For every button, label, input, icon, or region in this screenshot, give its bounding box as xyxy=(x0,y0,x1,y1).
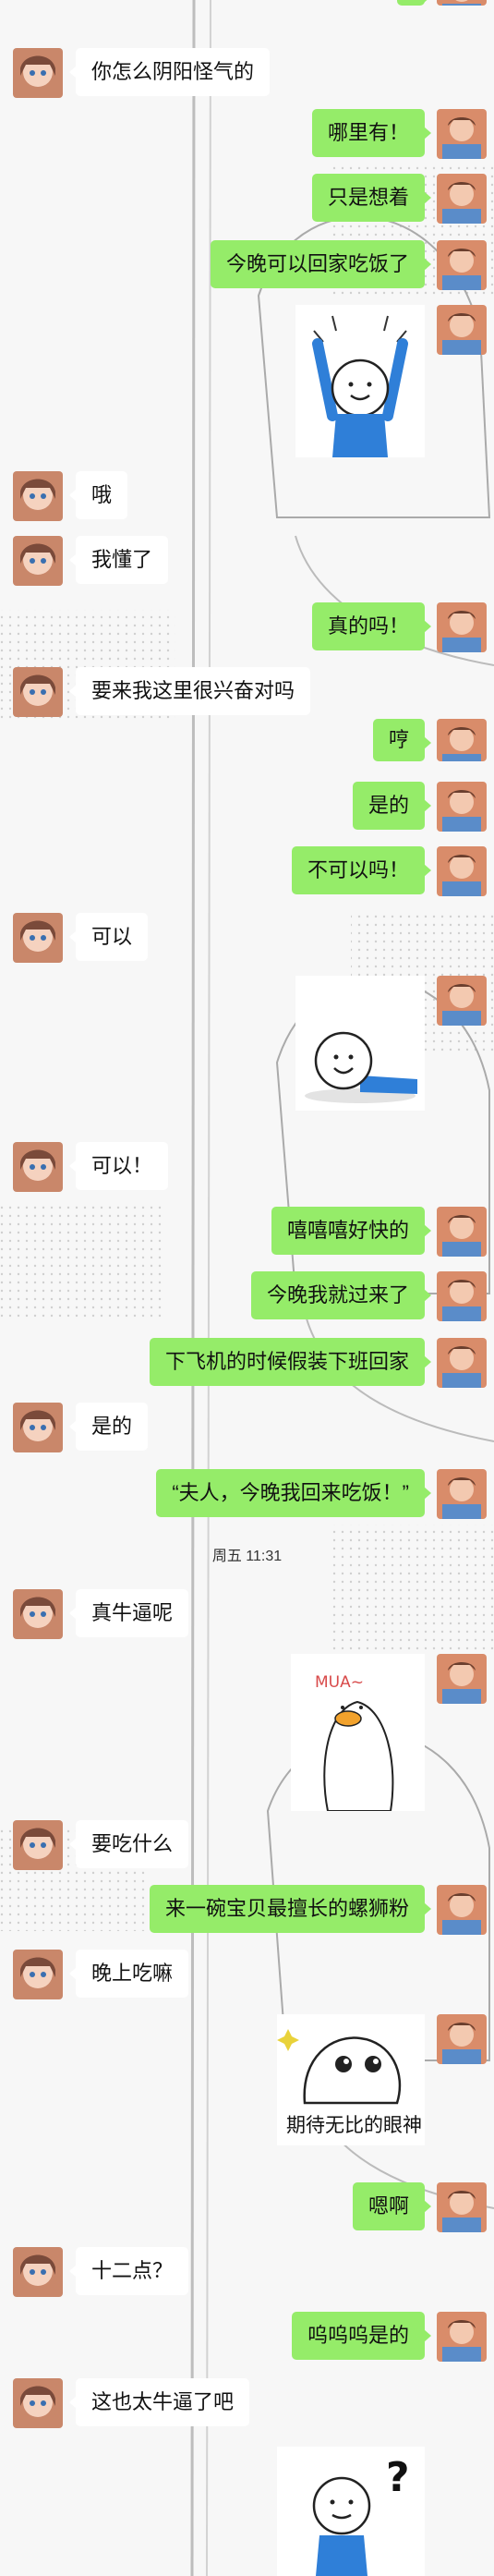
lying-figure-icon xyxy=(305,1031,417,1103)
avatar-other[interactable] xyxy=(13,2378,63,2428)
avatar-self[interactable] xyxy=(437,1207,487,1257)
avatar-self[interactable] xyxy=(437,1271,487,1321)
message-bubble-outgoing[interactable]: 下飞机的时候假装下班回家 xyxy=(149,1338,432,1386)
avatar-self[interactable] xyxy=(437,976,487,1026)
message-bubble-outgoing[interactable]: 只是想着 xyxy=(311,174,432,222)
sticker-caption: 期待无比的眼神 xyxy=(286,2115,422,2136)
avatar-other[interactable] xyxy=(13,1403,63,1452)
avatar-self[interactable] xyxy=(437,602,487,652)
sticker-cheering[interactable] xyxy=(295,305,425,457)
avatar-other[interactable] xyxy=(13,471,63,521)
avatar-self[interactable] xyxy=(437,174,487,224)
message-bubble-incoming[interactable]: 是的 xyxy=(68,1403,149,1451)
message-bubble-outgoing[interactable]: 不可以吗！ xyxy=(291,846,432,894)
avatar-self[interactable] xyxy=(437,0,487,6)
message-bubble-outgoing[interactable]: 来一碗宝贝最擅长的螺狮粉 xyxy=(149,1885,432,1933)
question-mark-icon: ? xyxy=(386,2454,410,2501)
avatar-self[interactable] xyxy=(437,1654,487,1704)
sticker-question[interactable]: ? xyxy=(277,2447,425,2576)
message-bubble-incoming[interactable]: 你怎么阴阳怪气的 xyxy=(68,48,271,96)
avatar-other[interactable] xyxy=(13,1820,63,1870)
message-bubble-outgoing[interactable]: “夫人，今晚我回来吃饭！” xyxy=(156,1469,431,1517)
avatar-other[interactable] xyxy=(13,1142,63,1192)
message-bubble-incoming[interactable]: 哦 xyxy=(68,471,128,519)
message-bubble-incoming[interactable]: 真牛逼呢 xyxy=(68,1589,189,1637)
avatar-self[interactable] xyxy=(437,1885,487,1935)
message-bubble-incoming[interactable]: 可以 xyxy=(68,913,149,961)
avatar-other[interactable] xyxy=(13,48,63,98)
message-bubble-incoming[interactable]: 这也太牛逼了吧 xyxy=(68,2378,250,2426)
duck-icon: MUA~ xyxy=(315,1673,394,1811)
avatar-other[interactable] xyxy=(13,2247,63,2297)
avatar-self[interactable] xyxy=(437,305,487,355)
message-bubble-incoming[interactable]: 要吃什么 xyxy=(68,1820,189,1868)
avatar-other[interactable] xyxy=(13,1950,63,1999)
avatar-self[interactable] xyxy=(437,846,487,896)
message-bubble-incoming[interactable]: 要来我这里很兴奋对吗 xyxy=(68,667,311,715)
question-figure-icon: ? xyxy=(312,2454,410,2576)
message-bubble-outgoing[interactable]: 今晚我就过来了 xyxy=(250,1271,432,1319)
avatar-self[interactable] xyxy=(437,240,487,290)
message-bubble-outgoing[interactable]: 呜呜呜是的 xyxy=(291,2312,432,2360)
message-bubble-incoming[interactable]: 可以！ xyxy=(68,1142,169,1190)
message-bubble-incoming[interactable]: 我懂了 xyxy=(68,536,169,584)
message-bubble-partial[interactable] xyxy=(397,0,431,6)
avatar-other[interactable] xyxy=(13,536,63,586)
message-bubble-incoming[interactable]: 十二点？ xyxy=(68,2247,189,2295)
avatar-self[interactable] xyxy=(437,2182,487,2232)
message-bubble-outgoing[interactable]: 嗯啊 xyxy=(352,2182,432,2230)
message-bubble-outgoing[interactable]: 真的吗！ xyxy=(311,602,432,650)
avatar-other[interactable] xyxy=(13,913,63,963)
sticker-duck-text: MUA~ xyxy=(315,1673,364,1692)
avatar-self[interactable] xyxy=(437,109,487,159)
message-bubble-outgoing[interactable]: 哪里有！ xyxy=(311,109,432,157)
avatar-self[interactable] xyxy=(437,782,487,832)
avatar-other[interactable] xyxy=(13,1589,63,1639)
message-bubble-incoming[interactable]: 晚上吃嘛 xyxy=(68,1950,189,1998)
cheering-figure-icon xyxy=(312,315,408,457)
avatar-self[interactable] xyxy=(437,1338,487,1388)
message-bubble-outgoing[interactable]: 是的 xyxy=(352,782,432,830)
avatar-self[interactable] xyxy=(437,2312,487,2362)
message-timestamp: 周五 11:31 xyxy=(211,1549,283,1564)
sticker-duck[interactable]: MUA~ xyxy=(291,1654,425,1811)
avatar-self[interactable] xyxy=(437,2014,487,2064)
sticker-lying[interactable] xyxy=(295,976,425,1111)
message-bubble-outgoing[interactable]: 今晚可以回家吃饭了 xyxy=(210,240,432,288)
avatar-self[interactable] xyxy=(437,719,487,761)
avatar-other[interactable] xyxy=(13,667,63,717)
message-bubble-outgoing[interactable]: 嘻嘻嘻好快的 xyxy=(271,1207,432,1255)
message-bubble-outgoing[interactable]: 哼 xyxy=(372,719,432,761)
sticker-expectant[interactable]: 期待无比的眼神 xyxy=(277,2014,425,2145)
avatar-self[interactable] xyxy=(437,1469,487,1519)
